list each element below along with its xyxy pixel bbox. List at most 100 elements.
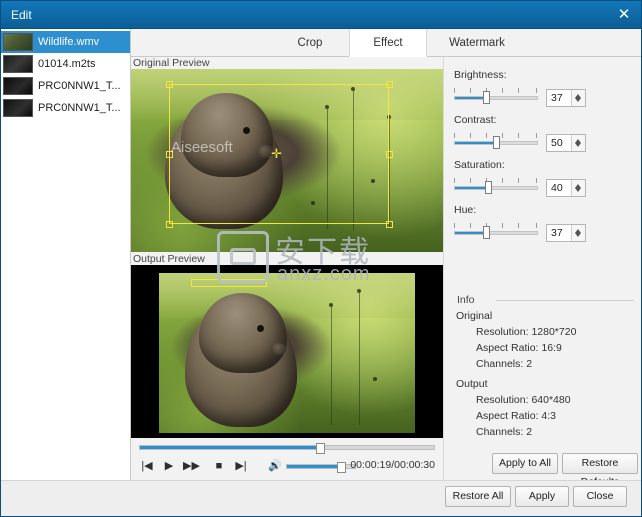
hue-slider[interactable] [454,231,538,235]
restore-all-button[interactable]: Restore All [445,486,511,507]
video-frame-output [159,273,415,433]
file-name: PRC0NNW1_T... [38,80,121,92]
spinner-arrows[interactable] [571,180,585,196]
contrast-group: Contrast: 50 [454,114,634,154]
thumbnail [3,77,33,95]
volume-slider[interactable] [286,462,356,473]
tab-bar: Crop Effect Watermark [131,29,641,57]
volume-thumb[interactable] [337,462,347,473]
fast-forward-icon[interactable]: ▶▶ [183,458,200,474]
brightness-ticks [454,88,538,94]
info-legend: Info [454,294,478,306]
info-original-channels: Channels: 2 [476,358,533,370]
info-original-resolution: Resolution: 1280*720 [476,326,577,338]
crop-handle-top-left[interactable] [166,81,173,88]
file-list[interactable]: Wildlife.wmv 01014.m2ts PRC0NNW1_T... PR… [1,29,131,480]
list-item[interactable]: Wildlife.wmv [1,31,130,53]
seek-thumb[interactable] [316,443,326,454]
spinner-arrows[interactable] [571,135,585,151]
effect-panel: Brightness: 37 Contrast: 50 Saturation: … [443,57,641,488]
info-original-aspect: Aspect Ratio: 16:9 [476,342,562,354]
transport-bar: |◀ ▶ ▶▶ ■ ▶| 🔊 00:00:19/00:00:30 [131,438,443,480]
apply-to-all-button[interactable]: Apply to All [492,453,558,474]
hue-spinner[interactable]: 37 [546,224,586,242]
list-item[interactable]: PRC0NNW1_T... [1,75,130,97]
volume-icon[interactable]: 🔊 [267,458,283,474]
title-bar: Edit ✕ [1,1,641,29]
timecode-label: 00:00:19/00:00:30 [350,459,435,471]
crop-handle-bottom-left[interactable] [166,221,173,228]
info-output-channels: Channels: 2 [476,426,533,438]
brightness-fill [455,97,486,99]
saturation-spinner[interactable]: 40 [546,179,586,197]
brightness-slider[interactable] [454,96,538,100]
grass-stem [359,293,360,425]
thumbnail [3,99,33,117]
close-icon[interactable]: ✕ [613,5,635,25]
brightness-label: Brightness: [454,69,507,81]
brightness-value: 37 [551,92,563,104]
saturation-ticks [454,178,538,184]
crop-handle-left[interactable] [166,151,173,158]
spinner-arrows[interactable] [571,90,585,106]
info-group: Info Original Resolution: 1280*720 Aspec… [452,294,634,438]
tab-watermark[interactable]: Watermark [427,29,527,57]
marmot-eye [257,325,264,332]
brightness-thumb[interactable] [483,91,490,104]
output-preview[interactable] [131,265,443,440]
hue-thumb[interactable] [483,226,490,239]
volume-fill [287,465,341,468]
saturation-group: Saturation: 40 [454,159,634,199]
crop-handle-bottom-right[interactable] [386,221,393,228]
thumbnail [3,55,33,73]
saturation-label: Saturation: [454,159,505,171]
grass-stem [331,307,332,425]
skip-next-icon[interactable]: ▶| [233,458,249,474]
original-preview[interactable]: ✛ [131,69,443,252]
edit-dialog: Edit ✕ Wildlife.wmv 01014.m2ts PRC0NNW1_… [0,0,642,517]
thumbnail [3,33,33,51]
output-preview-label: Output Preview [133,253,205,265]
seed-head [329,303,333,307]
dialog-footer: Restore All Apply Close [1,480,641,516]
stop-icon[interactable]: ■ [211,458,227,474]
tab-crop[interactable]: Crop [271,29,349,57]
list-item[interactable]: 01014.m2ts [1,53,130,75]
crop-center-marker: ✛ [271,146,282,161]
crop-handle-top-right[interactable] [386,81,393,88]
hue-group: Hue: 37 [454,204,634,244]
grass-stem [389,119,390,229]
list-item[interactable]: PRC0NNW1_T... [1,97,130,119]
seek-fill [140,446,323,449]
hue-ticks [454,223,538,229]
preview-area: Original Preview ✛ Output Preview Aisees… [131,57,443,480]
file-name: Wildlife.wmv [38,36,100,48]
saturation-value: 40 [551,182,563,194]
crop-handle-right[interactable] [386,151,393,158]
brightness-spinner[interactable]: 37 [546,89,586,107]
saturation-slider[interactable] [454,186,538,190]
info-output-resolution: Resolution: 640*480 [476,394,571,406]
apply-button[interactable]: Apply [515,486,569,507]
hue-fill [455,232,486,234]
seed-head [357,289,361,293]
contrast-spinner[interactable]: 50 [546,134,586,152]
brightness-group: Brightness: 37 [454,69,634,109]
contrast-label: Contrast: [454,114,497,126]
close-button[interactable]: Close [573,486,627,507]
window-title: Edit [11,8,32,22]
original-preview-label: Original Preview [133,57,210,69]
play-icon[interactable]: ▶ [161,458,177,474]
hue-value: 37 [551,227,563,239]
restore-defaults-button[interactable]: Restore Defaults [562,453,638,488]
seek-slider[interactable] [139,443,435,454]
saturation-fill [455,187,488,189]
skip-previous-icon[interactable]: |◀ [139,458,155,474]
contrast-fill [455,142,496,144]
file-name: 01014.m2ts [38,58,96,70]
spinner-arrows[interactable] [571,225,585,241]
tab-effect[interactable]: Effect [349,29,427,57]
saturation-thumb[interactable] [485,181,492,194]
contrast-thumb[interactable] [493,136,500,149]
info-output-aspect: Aspect Ratio: 4:3 [476,410,556,422]
